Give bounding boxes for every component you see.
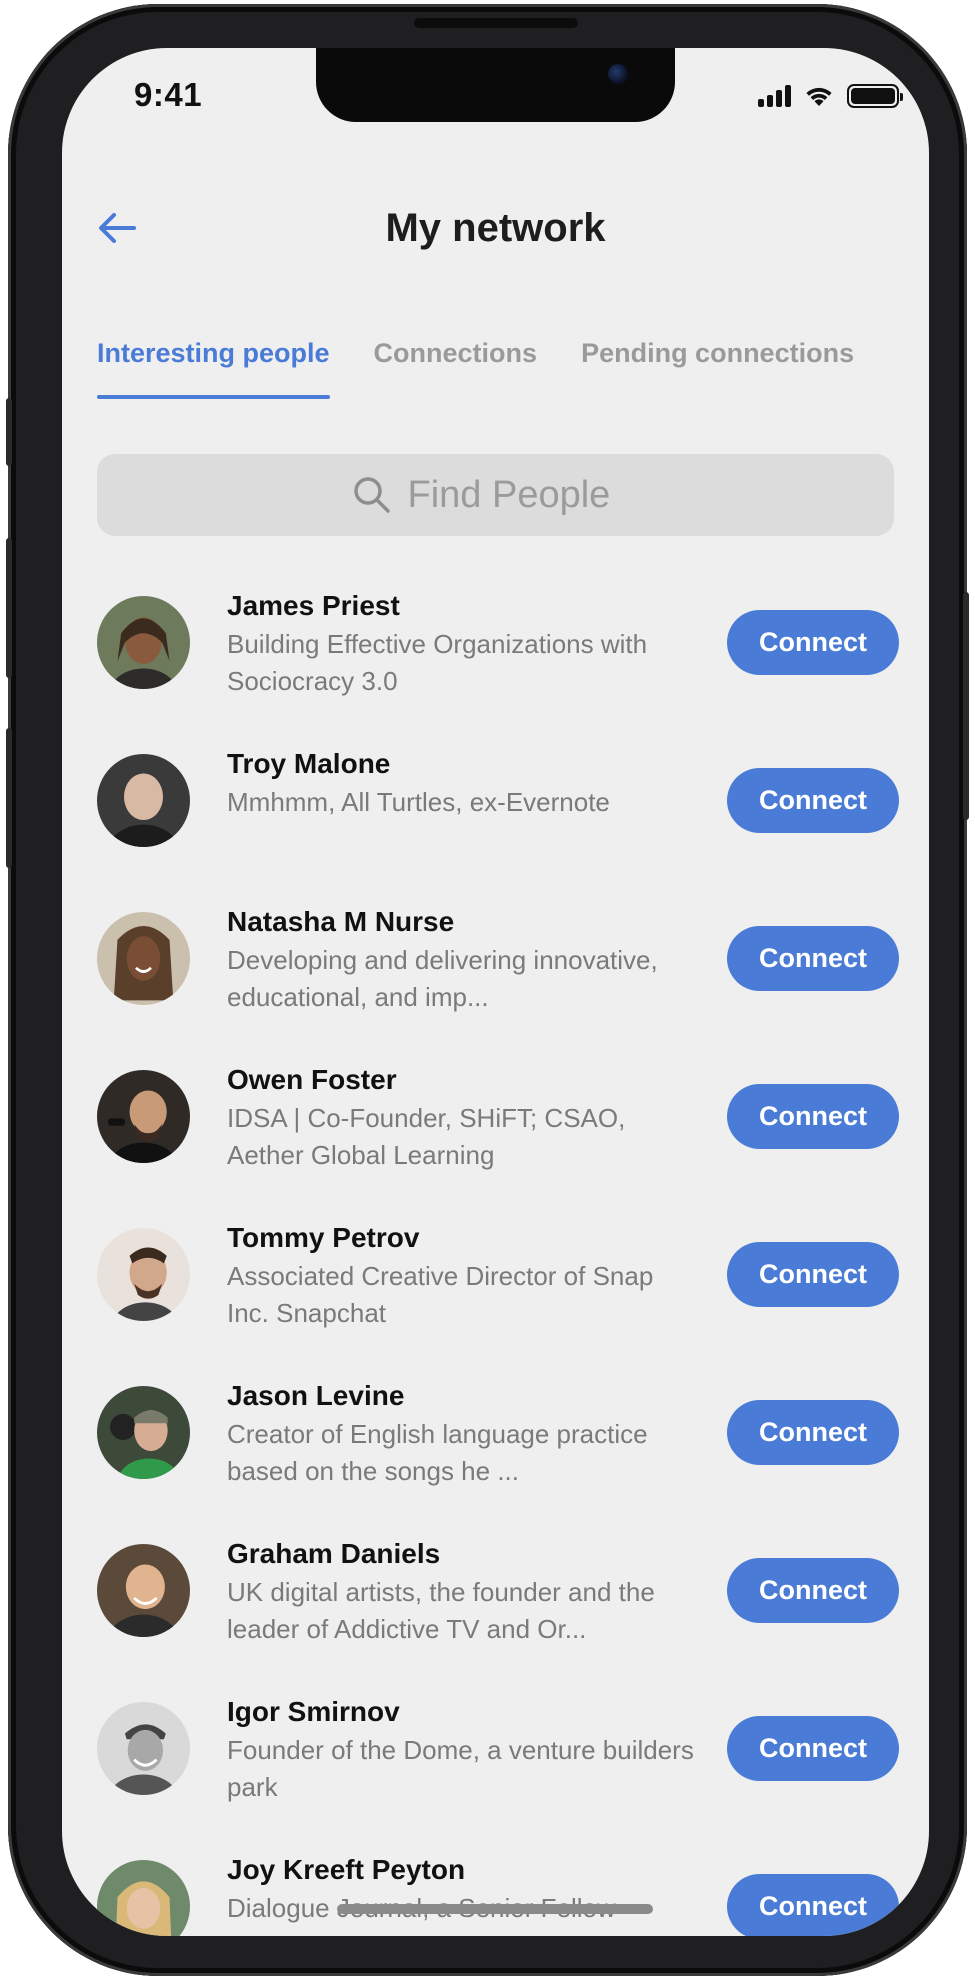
battery-icon bbox=[847, 84, 903, 108]
wifi-icon bbox=[806, 87, 832, 106]
list-item: Jason Levine Creator of English language… bbox=[97, 1380, 899, 1544]
avatar[interactable] bbox=[97, 1070, 190, 1163]
person-description: Associated Creative Director of Snap Inc… bbox=[227, 1261, 654, 1328]
screen: 9:41 My network Interesting people Conne… bbox=[62, 48, 929, 1936]
avatar[interactable] bbox=[97, 1860, 190, 1936]
person-name: Graham Daniels bbox=[227, 1538, 441, 1569]
connect-button[interactable]: Connect bbox=[727, 1558, 899, 1623]
list-item: Natasha M Nurse Developing and deliverin… bbox=[97, 906, 899, 1070]
connect-button[interactable]: Connect bbox=[727, 1400, 899, 1465]
person-description: Creator of English language practice bas… bbox=[227, 1419, 648, 1486]
status-time: 9:41 bbox=[134, 76, 203, 113]
connect-button[interactable]: Connect bbox=[727, 1874, 899, 1936]
person-description: Founder of the Dome, a venture builders … bbox=[227, 1735, 694, 1802]
person-name: Tommy Petrov bbox=[227, 1222, 420, 1253]
status-icons bbox=[758, 84, 903, 108]
connect-button[interactable]: Connect bbox=[727, 768, 899, 833]
mute-switch bbox=[6, 398, 12, 466]
list-item: James Priest Building Effective Organiza… bbox=[97, 590, 899, 754]
volume-down-button bbox=[6, 728, 12, 868]
connect-button[interactable]: Connect bbox=[727, 1716, 899, 1781]
cellular-signal-icon bbox=[758, 85, 791, 107]
person-name: Troy Malone bbox=[227, 748, 391, 779]
home-indicator[interactable] bbox=[337, 1904, 653, 1914]
person-description: IDSA | Co-Founder, SHiFT; CSAO, Aether G… bbox=[227, 1103, 626, 1170]
person-description: Building Effective Organizations with So… bbox=[227, 629, 648, 696]
list-item: Igor Smirnov Founder of the Dome, a vent… bbox=[97, 1696, 899, 1860]
avatar[interactable] bbox=[97, 1386, 190, 1479]
avatar[interactable] bbox=[97, 912, 190, 1005]
tab-bar: Interesting people Connections Pending c… bbox=[97, 338, 909, 399]
list-item: Joy Kreeft Peyton Dialogue Journal, a Se… bbox=[97, 1854, 899, 1936]
volume-up-button bbox=[6, 538, 12, 678]
list-item: Graham Daniels UK digital artists, the f… bbox=[97, 1538, 899, 1702]
phone-frame: 9:41 My network Interesting people Conne… bbox=[6, 4, 969, 1976]
people-list: James Priest Building Effective Organiza… bbox=[97, 590, 899, 1936]
search-icon bbox=[353, 477, 390, 513]
connect-button[interactable]: Connect bbox=[727, 1242, 899, 1307]
tab-pending-connections[interactable]: Pending connections bbox=[581, 338, 854, 399]
avatar[interactable] bbox=[97, 1702, 190, 1795]
list-item: Owen Foster IDSA | Co-Founder, SHiFT; CS… bbox=[97, 1064, 899, 1228]
list-item: Tommy Petrov Associated Creative Directo… bbox=[97, 1222, 899, 1386]
power-button bbox=[963, 592, 969, 820]
front-camera bbox=[608, 64, 628, 84]
tab-connections[interactable]: Connections bbox=[374, 338, 538, 399]
avatar[interactable] bbox=[97, 596, 190, 689]
header: My network bbox=[62, 188, 929, 268]
avatar[interactable] bbox=[97, 1228, 190, 1321]
connect-button[interactable]: Connect bbox=[727, 926, 899, 991]
person-description: UK digital artists, the founder and the … bbox=[227, 1577, 655, 1644]
avatar[interactable] bbox=[97, 1544, 190, 1637]
list-item: Troy Malone Mmhmm, All Turtles, ex-Evern… bbox=[97, 748, 899, 912]
person-description: Developing and delivering innovative, ed… bbox=[227, 945, 658, 1012]
person-name: James Priest bbox=[227, 590, 400, 621]
person-name: Owen Foster bbox=[227, 1064, 397, 1095]
connect-button[interactable]: Connect bbox=[727, 1084, 899, 1149]
search-input[interactable] bbox=[405, 472, 640, 518]
person-name: Igor Smirnov bbox=[227, 1696, 400, 1727]
person-description: Mmhmm, All Turtles, ex-Evernote bbox=[227, 787, 610, 817]
person-name: Joy Kreeft Peyton bbox=[227, 1854, 466, 1885]
connect-button[interactable]: Connect bbox=[727, 610, 899, 675]
page-title: My network bbox=[385, 206, 606, 250]
search-bar[interactable] bbox=[97, 454, 894, 536]
avatar[interactable] bbox=[97, 754, 190, 847]
person-name: Natasha M Nurse bbox=[227, 906, 455, 937]
notch bbox=[316, 48, 675, 122]
person-name: Jason Levine bbox=[227, 1380, 405, 1411]
speaker-grill bbox=[414, 18, 578, 28]
tab-interesting-people[interactable]: Interesting people bbox=[97, 338, 330, 399]
